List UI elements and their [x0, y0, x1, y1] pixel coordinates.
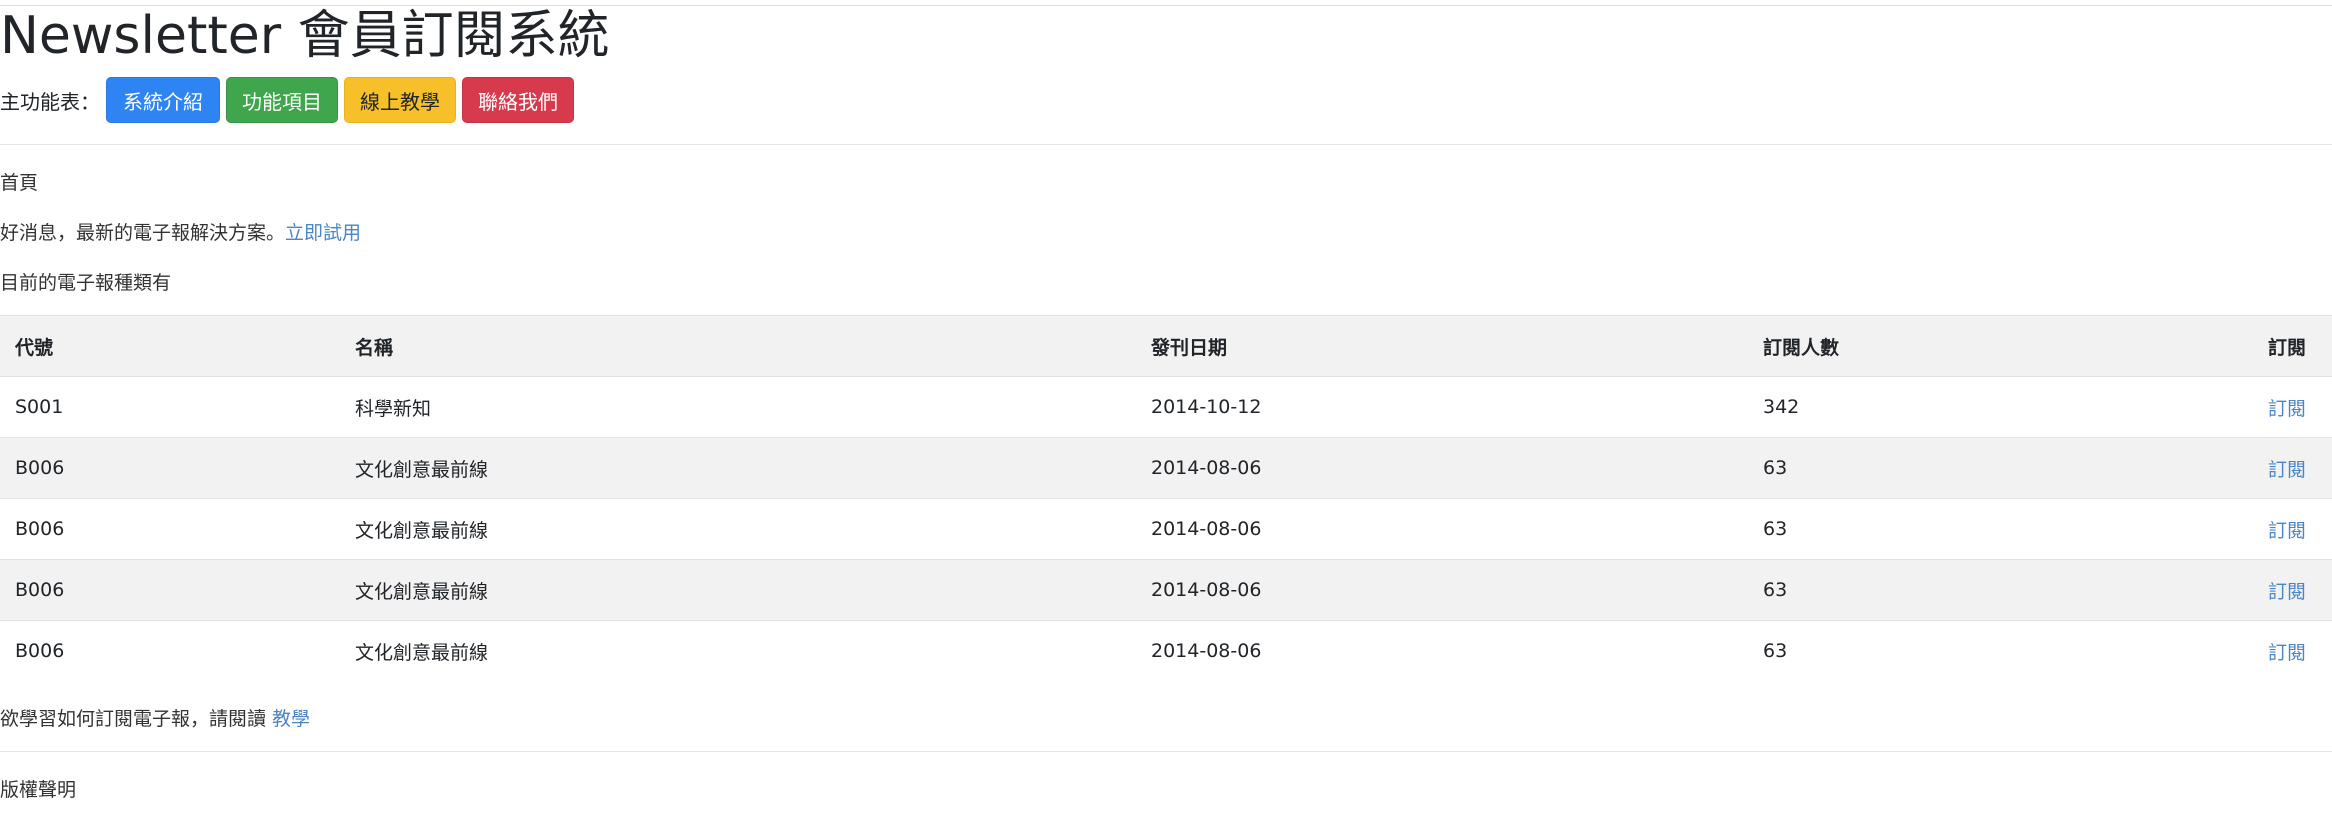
header-date: 發刊日期: [1136, 315, 1748, 377]
menu-label: 主功能表：: [0, 89, 100, 114]
cell-date: 2014-08-06: [1136, 498, 1748, 560]
cell-name: 文化創意最前線: [340, 498, 1136, 560]
subscribe-link[interactable]: 訂閱: [2268, 398, 2306, 420]
subscribe-link[interactable]: 訂閱: [2268, 459, 2306, 481]
table-row: B006 文化創意最前線 2014-08-06 63 訂閱: [0, 559, 2332, 621]
tutorial-button[interactable]: 線上教學: [344, 77, 456, 123]
promo-line: 好消息，最新的電子報解決方案。立即試用: [0, 218, 361, 245]
help-text: 欲學習如何訂閱電子報，請閱讀: [0, 708, 273, 730]
cell-code: B006: [0, 559, 340, 621]
footer-divider: [0, 751, 2332, 752]
cell-name: 科學新知: [340, 376, 1136, 438]
cell-subscribers: 342: [1748, 376, 2253, 438]
table-row: B006 文化創意最前線 2014-08-06 63 訂閱: [0, 498, 2332, 560]
copyright-notice: 版權聲明: [0, 779, 77, 801]
cell-action: 訂閱: [2253, 498, 2332, 560]
promo-text: 好消息，最新的電子報解決方案。: [0, 222, 286, 244]
intro-button[interactable]: 系統介紹: [106, 77, 220, 123]
newsletter-table: 代號 名稱 發刊日期 訂閱人數 訂閱 S001 科學新知 2014-10-12 …: [0, 315, 2332, 682]
header-name: 名稱: [340, 315, 1136, 377]
table-row: B006 文化創意最前線 2014-08-06 63 訂閱: [0, 437, 2332, 499]
contact-button[interactable]: 聯絡我們: [462, 77, 574, 123]
cell-date: 2014-08-06: [1136, 559, 1748, 621]
cell-action: 訂閱: [2253, 376, 2332, 438]
main-menu: 主功能表： 系統介紹 功能項目 線上教學 聯絡我們: [0, 76, 580, 124]
cell-name: 文化創意最前線: [340, 437, 1136, 499]
cell-code: B006: [0, 620, 340, 682]
header-subscribers: 訂閱人數: [1748, 315, 2253, 377]
cell-code: S001: [0, 376, 340, 438]
cell-code: B006: [0, 498, 340, 560]
table-row: B006 文化創意最前線 2014-08-06 63 訂閱: [0, 620, 2332, 682]
subscribe-link[interactable]: 訂閱: [2268, 581, 2306, 603]
help-line: 欲學習如何訂閱電子報，請閱讀 教學: [0, 704, 310, 731]
header-subscribe: 訂閱: [2253, 315, 2332, 377]
breadcrumb: 首頁: [0, 172, 39, 194]
cell-subscribers: 63: [1748, 437, 2253, 499]
cell-name: 文化創意最前線: [340, 559, 1136, 621]
cell-action: 訂閱: [2253, 559, 2332, 621]
header-divider: [0, 144, 2332, 145]
page-title: Newsletter 會員訂閱系統: [0, 6, 610, 66]
table-header-row: 代號 名稱 發刊日期 訂閱人數 訂閱: [0, 315, 2332, 377]
cell-subscribers: 63: [1748, 498, 2253, 560]
cell-name: 文化創意最前線: [340, 620, 1136, 682]
cell-action: 訂閱: [2253, 620, 2332, 682]
cell-date: 2014-10-12: [1136, 376, 1748, 438]
header-code: 代號: [0, 315, 340, 377]
cell-date: 2014-08-06: [1136, 437, 1748, 499]
cell-date: 2014-08-06: [1136, 620, 1748, 682]
cell-code: B006: [0, 437, 340, 499]
subscribe-link[interactable]: 訂閱: [2268, 642, 2306, 664]
table-row: S001 科學新知 2014-10-12 342 訂閱: [0, 376, 2332, 438]
try-now-link[interactable]: 立即試用: [285, 222, 361, 244]
subscribe-link[interactable]: 訂閱: [2268, 520, 2306, 542]
features-button[interactable]: 功能項目: [226, 77, 338, 123]
cell-subscribers: 63: [1748, 559, 2253, 621]
cell-action: 訂閱: [2253, 437, 2332, 499]
cell-subscribers: 63: [1748, 620, 2253, 682]
tutorial-link[interactable]: 教學: [272, 708, 310, 730]
list-caption: 目前的電子報種類有: [0, 272, 172, 294]
